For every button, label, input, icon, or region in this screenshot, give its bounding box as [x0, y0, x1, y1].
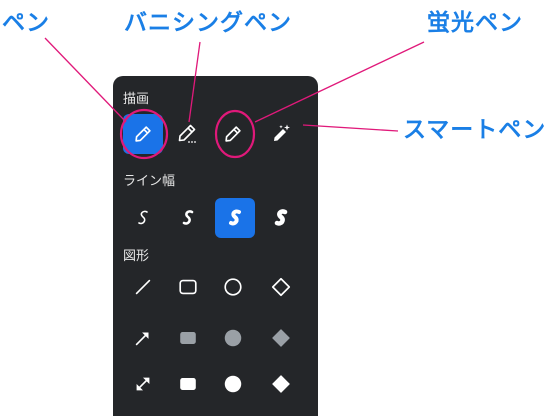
double-arrow-icon [136, 377, 150, 391]
pen-icon [135, 126, 151, 142]
diamond-filled-gray-icon [272, 329, 290, 347]
rectangle-filled-white-button[interactable] [168, 364, 208, 404]
vanishing-pen-tool-button[interactable] [168, 114, 208, 154]
double-arrow-shape-button[interactable] [123, 364, 163, 404]
highlighter-tool-button[interactable] [213, 114, 253, 154]
arrow-shape-button[interactable] [123, 318, 163, 358]
circle-filled-white-icon [224, 375, 242, 393]
line-width-section-label: ライン幅 [123, 174, 176, 189]
diamond-filled-white-button[interactable] [261, 364, 301, 404]
smart-pen-callout: スマートペン [403, 117, 547, 143]
rectangle-filled-gray-button[interactable] [168, 318, 208, 358]
diamond-outline-icon [271, 277, 291, 297]
rectangle-outline-icon [179, 279, 197, 295]
line-width-extra-thick-button[interactable] [261, 198, 301, 238]
circle-outline-button[interactable] [213, 267, 253, 307]
highlighter-icon [225, 126, 241, 142]
drawing-section-label: 描画 [123, 92, 150, 107]
rectangle-filled-white-icon [180, 378, 196, 390]
arrow-icon [135, 332, 149, 346]
line-width-thick-button[interactable] [215, 198, 255, 238]
diamond-filled-white-icon [272, 375, 290, 393]
diamond-filled-gray-button[interactable] [261, 318, 301, 358]
line-width-thin-button[interactable] [123, 198, 163, 238]
circle-filled-white-button[interactable] [213, 364, 253, 404]
circle-filled-gray-button[interactable] [213, 318, 253, 358]
stroke-thick-icon [229, 209, 241, 226]
smart-pen-icon [274, 124, 290, 141]
rectangle-filled-gray-icon [180, 332, 196, 344]
diamond-outline-button[interactable] [261, 267, 301, 307]
pen-tool-button[interactable] [123, 114, 163, 154]
smart-pen-tool-button[interactable] [261, 114, 301, 154]
stroke-medium-icon [182, 210, 194, 225]
line-width-medium-button[interactable] [168, 198, 208, 238]
shapes-section-label: 図形 [123, 249, 150, 264]
circle-outline-icon [224, 278, 242, 296]
line-icon [135, 279, 151, 295]
highlighter-callout: 蛍光ペン [427, 10, 523, 36]
circle-filled-gray-icon [224, 329, 242, 347]
stroke-extra-thick-icon [274, 209, 288, 226]
drawing-tools-panel: 描画 ライン幅 図形 [113, 76, 318, 416]
rectangle-outline-button[interactable] [168, 267, 208, 307]
vanishing-pen-callout: バニシングペン [124, 10, 292, 36]
vanishing-pen-icon [178, 124, 196, 143]
pen-callout: ペン [2, 10, 50, 36]
stroke-thin-icon [138, 210, 148, 225]
line-shape-button[interactable] [123, 267, 163, 307]
